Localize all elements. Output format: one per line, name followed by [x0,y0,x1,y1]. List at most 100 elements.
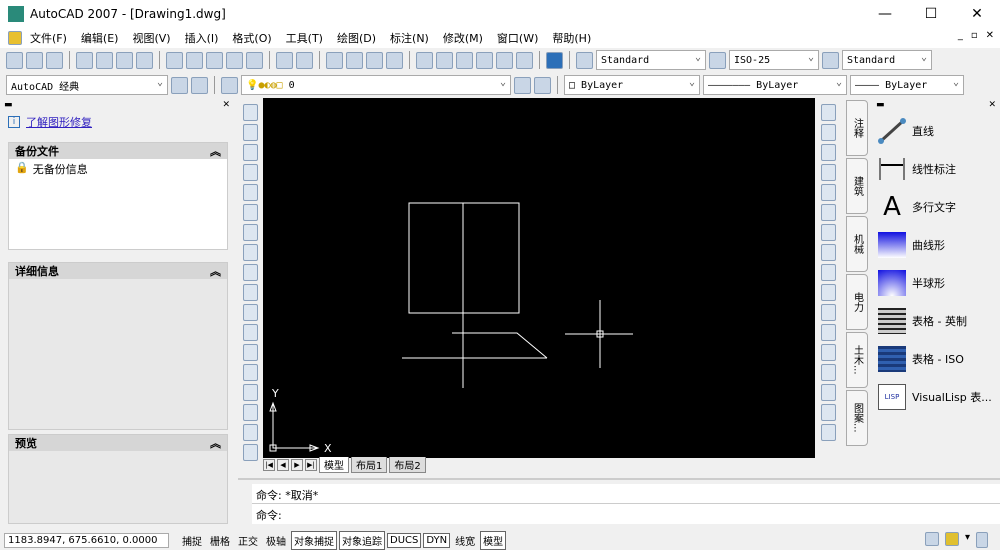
help-icon[interactable] [546,51,563,69]
ortho-toggle[interactable]: 正交 [235,531,261,550]
hatch-icon[interactable] [242,384,258,401]
menu-format[interactable]: 格式(O) [232,30,271,46]
layer-select[interactable]: 💡●◐◍□ 0 [241,75,511,95]
move-icon[interactable] [820,204,836,221]
join-icon[interactable] [820,364,836,381]
workspace-select[interactable]: AutoCAD 经典 [6,75,168,95]
zoom-previous-icon[interactable] [386,51,403,69]
layer-previous-icon[interactable] [534,76,551,94]
trapezoid-entity[interactable] [452,332,548,359]
save-icon[interactable] [46,51,63,69]
model-toggle[interactable]: 模型 [480,530,507,550]
stretch-icon[interactable] [820,264,836,281]
menu-edit[interactable]: 编辑(E) [81,30,119,46]
layer-manager-icon[interactable] [221,76,238,94]
menu-draw[interactable]: 绘图(D) [337,30,376,46]
block-editor-icon[interactable] [246,51,263,69]
mirror-icon[interactable] [820,144,836,161]
workspace-settings-icon[interactable] [171,76,188,94]
collapse-icon[interactable]: ︽ [210,263,221,279]
table-icon[interactable] [242,444,258,461]
clean-screen-icon[interactable] [976,532,988,548]
circle-icon[interactable] [242,224,258,241]
palette-item-hemisphere-gradient[interactable]: 半球形 [872,264,1000,302]
open-icon[interactable] [26,51,43,69]
copy-icon[interactable] [186,51,203,69]
break-icon[interactable] [820,344,836,361]
palette-item-line[interactable]: 直线 [872,112,1000,150]
pan-icon[interactable] [326,51,343,69]
line-icon[interactable] [242,104,258,121]
doc-restore-button[interactable]: ▫ [971,30,978,41]
insert-block-icon[interactable] [242,324,258,341]
array-icon[interactable] [820,184,836,201]
grid-toggle[interactable]: 栅格 [207,531,233,550]
polar-toggle[interactable]: 极轴 [263,531,289,550]
markup-icon[interactable] [496,51,513,69]
palette-tab-electrical[interactable]: 电力 [846,274,868,330]
lineweight-toggle[interactable]: 线宽 [452,531,478,550]
backup-item[interactable]: 无备份信息 [33,161,88,177]
palette-item-curved-gradient[interactable]: 曲线形 [872,226,1000,264]
dim-style-select[interactable]: ISO-25 [729,50,819,70]
collapse-icon[interactable]: ︽ [210,143,221,159]
zoom-realtime-icon[interactable] [346,51,363,69]
next-tab-icon[interactable]: ▶ [291,459,303,471]
palette-item-linear-dimension[interactable]: 线性标注 [872,150,1000,188]
make-current-layer-icon[interactable] [514,76,531,94]
arc-icon[interactable] [242,204,258,221]
rotate-icon[interactable] [820,224,836,241]
dyn-toggle[interactable]: DYN [423,532,451,548]
construction-line-icon[interactable] [242,124,258,141]
palette-tab-mechanical[interactable]: 机械 [846,216,868,272]
menu-tools[interactable]: 工具(T) [286,30,323,46]
learn-recovery-link[interactable]: 了解图形修复 [26,114,92,130]
rectangle-icon[interactable] [242,184,258,201]
text-style-select[interactable]: Standard [596,50,706,70]
publish-icon[interactable] [116,51,133,69]
trim-icon[interactable] [820,284,836,301]
drawing-canvas[interactable]: Y X [263,98,815,458]
menu-insert[interactable]: 插入(I) [185,30,219,46]
tab-layout2[interactable]: 布局2 [389,457,426,473]
palette-tab-architecture[interactable]: 建筑 [846,158,868,214]
collapse-icon[interactable]: ︽ [210,435,221,451]
polygon-icon[interactable] [242,164,258,181]
menu-file[interactable]: 文件(F) [30,30,67,46]
menu-window[interactable]: 窗口(W) [497,30,538,46]
doc-close-button[interactable]: ✕ [986,30,994,41]
zoom-window-icon[interactable] [366,51,383,69]
palette-tab-civil[interactable]: 土木... [846,332,868,388]
polyline-icon[interactable] [242,144,258,161]
maximize-button[interactable]: ☐ [908,0,954,28]
color-select[interactable]: □ ByLayer [564,75,700,95]
minimize-button[interactable]: — [862,0,908,28]
chamfer-icon[interactable] [820,384,836,401]
menu-help[interactable]: 帮助(H) [552,30,591,46]
linetype-select[interactable]: ——————— ByLayer [703,75,847,95]
doc-minimize-button[interactable]: _ [958,30,963,41]
lineweight-select[interactable]: ———— ByLayer [850,75,964,95]
scale-icon[interactable] [820,244,836,261]
last-tab-icon[interactable]: ▶| [305,459,317,471]
palette-item-table-iso[interactable]: 表格 - ISO [872,340,1000,378]
tool-palettes-icon[interactable] [456,51,473,69]
otrack-toggle[interactable]: 对象追踪 [339,530,385,550]
copy-object-icon[interactable] [820,124,836,141]
gradient-icon[interactable] [242,404,258,421]
panel-close-icon[interactable]: ✕ [222,100,230,112]
redo-icon[interactable] [296,51,313,69]
menu-view[interactable]: 视图(V) [132,30,170,46]
3d-dwf-icon[interactable] [136,51,153,69]
panel-minimize-icon[interactable]: ▬ [4,100,13,112]
calculator-icon[interactable] [516,51,533,69]
region-icon[interactable] [242,424,258,441]
plot-preview-icon[interactable] [96,51,113,69]
menu-modify[interactable]: 修改(M) [443,30,483,46]
first-tab-icon[interactable]: |◀ [263,459,275,471]
snap-toggle[interactable]: 捕捉 [179,531,205,550]
cut-icon[interactable] [166,51,183,69]
point-icon[interactable] [242,364,258,381]
break-at-point-icon[interactable] [820,324,836,341]
prev-tab-icon[interactable]: ◀ [277,459,289,471]
